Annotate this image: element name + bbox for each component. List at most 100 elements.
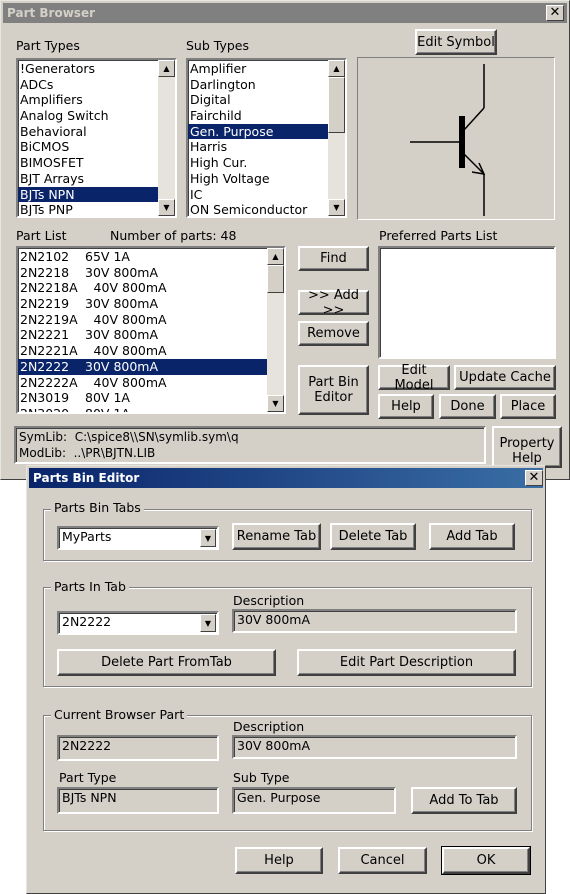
delete-tab-button[interactable]: Delete Tab: [330, 523, 416, 550]
sub-type-item[interactable]: Amplifier: [188, 61, 328, 77]
scroll-up-icon[interactable]: ▲: [267, 248, 284, 265]
part-types-list[interactable]: !Generators ADCs Amplifiers Analog Switch Be…: [16, 58, 177, 218]
property-help-button[interactable]: Property Help: [492, 426, 562, 468]
scroll-down-icon[interactable]: ▼: [267, 395, 284, 412]
part-type-item[interactable]: BiCMOS: [18, 139, 158, 155]
part-type-item[interactable]: !Generators: [18, 61, 158, 77]
add-tab-button[interactable]: Add Tab: [429, 523, 515, 550]
sub-type-value: Gen. Purpose: [237, 790, 321, 805]
dropdown-arrow-icon[interactable]: ▼: [200, 614, 216, 632]
parts-bin-editor-title-bar[interactable]: Parts Bin Editor: [29, 468, 543, 488]
tab-description-value: 30V 800mA: [237, 612, 311, 627]
part-type-item[interactable]: Analog Switch: [18, 108, 158, 124]
part-list[interactable]: 2N2102 65V 1A 2N2218 30V 800mA 2N2218A 40V…: [16, 246, 286, 414]
sub-types-scrollbar[interactable]: ▲ ▼: [328, 60, 345, 216]
edit-symbol-button[interactable]: Edit Symbol: [415, 29, 497, 55]
symbol-preview: [357, 57, 555, 220]
symlib-path: SymLib: C:\spice8\\SN\symlib.sym\q: [19, 430, 239, 444]
parts-bin-editor-dialog: Parts Bin Editor ✕ Parts Bin Tabs MyPart…: [26, 465, 546, 894]
cancel-button[interactable]: Cancel: [338, 847, 427, 874]
place-button[interactable]: Place: [500, 394, 556, 419]
part-list-item[interactable]: 2N2221A 40V 800mA: [18, 343, 267, 359]
tab-combobox[interactable]: MyParts ▼: [57, 526, 219, 550]
library-path-box: SymLib: C:\spice8\\SN\symlib.sym\q ModLi…: [14, 426, 486, 464]
scroll-down-icon[interactable]: ▼: [328, 199, 345, 216]
find-button[interactable]: Find: [298, 246, 369, 271]
part-type-item[interactable]: Amplifiers: [18, 92, 158, 108]
scroll-thumb[interactable]: [267, 265, 284, 293]
part-list-item[interactable]: 2N3019 80V 1A: [18, 390, 267, 406]
part-list-item[interactable]: 2N2218 30V 800mA: [18, 265, 267, 281]
parts-bin-tabs-group-label: Parts Bin Tabs: [51, 500, 144, 515]
ok-button[interactable]: OK: [441, 846, 531, 875]
tab-combobox-value: MyParts: [62, 529, 112, 544]
sub-types-label: Sub Types: [186, 38, 249, 53]
dropdown-arrow-icon[interactable]: ▼: [200, 529, 216, 547]
part-list-item[interactable]: 2N2222A 40V 800mA: [18, 375, 267, 391]
sub-type-item[interactable]: Harris: [188, 139, 328, 155]
sub-type-item[interactable]: Gen. Purpose: [188, 123, 328, 140]
part-list-item[interactable]: 2N2218A 40V 800mA: [18, 280, 267, 296]
edit-part-description-button[interactable]: Edit Part Description: [297, 649, 516, 676]
part-list-item[interactable]: 2N3020 80V 1A: [18, 406, 267, 412]
part-list-item[interactable]: 2N2222 30V 800mA: [18, 358, 267, 375]
parts-bin-editor-title: Parts Bin Editor: [33, 471, 140, 485]
current-description-value: 30V 800mA: [237, 738, 311, 753]
add-to-tab-button[interactable]: Add To Tab: [411, 787, 517, 814]
part-type-item[interactable]: BJTs NPN: [18, 186, 158, 203]
parts-in-tab-group-label: Parts In Tab: [51, 579, 129, 594]
part-list-item[interactable]: 2N2102 65V 1A: [18, 249, 267, 265]
scroll-thumb[interactable]: [328, 77, 345, 133]
sub-types-list[interactable]: Amplifier Darlington Digital Fairchild Gen. …: [186, 58, 347, 218]
part-bin-editor-label-line1: Part Bin: [308, 375, 359, 390]
part-list-item[interactable]: 2N2221 30V 800mA: [18, 327, 267, 343]
current-part-field: 2N2222: [57, 735, 219, 761]
part-types-scrollbar[interactable]: ▲ ▼: [158, 60, 175, 216]
part-type-label: Part Type: [59, 770, 117, 785]
remove-button[interactable]: Remove: [298, 321, 369, 346]
rename-tab-button[interactable]: Rename Tab: [232, 523, 321, 550]
add-button[interactable]: >> Add >>: [298, 288, 369, 318]
part-bin-editor-button[interactable]: Part Bin Editor: [298, 365, 369, 415]
part-browser-title-bar[interactable]: Part Browser: [3, 3, 567, 23]
part-browser-close-button[interactable]: ✕: [546, 5, 564, 21]
part-types-label: Part Types: [16, 38, 80, 53]
help-button[interactable]: Help: [235, 847, 323, 874]
tab-description-field: 30V 800mA: [232, 609, 517, 633]
part-type-item[interactable]: BJT Arrays: [18, 171, 158, 187]
sub-type-item[interactable]: ON Semiconductor: [188, 202, 328, 216]
sub-type-item[interactable]: Fairchild: [188, 108, 328, 124]
sub-type-item[interactable]: High Voltage: [188, 171, 328, 187]
part-type-item[interactable]: Behavioral: [18, 124, 158, 140]
scroll-up-icon[interactable]: ▲: [158, 60, 175, 77]
parts-bin-editor-close-button[interactable]: ✕: [525, 470, 543, 486]
part-list-scrollbar[interactable]: ▲ ▼: [267, 248, 284, 412]
part-combobox[interactable]: 2N2222 ▼: [57, 611, 219, 635]
sub-type-item[interactable]: IC: [188, 187, 328, 203]
help-button[interactable]: Help: [378, 394, 434, 419]
scroll-down-icon[interactable]: ▼: [158, 199, 175, 216]
part-list-label: Part List: [16, 228, 67, 243]
part-type-item[interactable]: BIMOSFET: [18, 155, 158, 171]
current-browser-part-group-label: Current Browser Part: [51, 707, 188, 722]
number-of-parts-label: Number of parts: 48: [110, 228, 237, 243]
part-type-item[interactable]: ADCs: [18, 77, 158, 93]
update-cache-button[interactable]: Update Cache: [454, 365, 556, 390]
preferred-parts-list[interactable]: [378, 246, 556, 359]
preferred-parts-label: Preferred Parts List: [379, 228, 498, 243]
sub-type-item[interactable]: High Cur.: [188, 155, 328, 171]
property-help-label-line2: Help: [512, 451, 542, 466]
part-list-item[interactable]: 2N2219 30V 800mA: [18, 296, 267, 312]
part-type-field: BJTs NPN: [57, 787, 219, 814]
part-bin-editor-label-line2: Editor: [314, 390, 353, 405]
npn-transistor-symbol-icon: [410, 64, 486, 216]
part-list-item[interactable]: 2N2219A 40V 800mA: [18, 312, 267, 328]
sub-type-item[interactable]: Digital: [188, 92, 328, 108]
delete-part-from-tab-button[interactable]: Delete Part FromTab: [57, 649, 276, 676]
edit-model-button[interactable]: Edit Model: [378, 363, 450, 393]
sub-type-label: Sub Type: [233, 770, 290, 785]
scroll-up-icon[interactable]: ▲: [328, 60, 345, 77]
done-button[interactable]: Done: [439, 394, 496, 419]
part-type-item[interactable]: BJTs PNP: [18, 202, 158, 216]
sub-type-item[interactable]: Darlington: [188, 77, 328, 93]
